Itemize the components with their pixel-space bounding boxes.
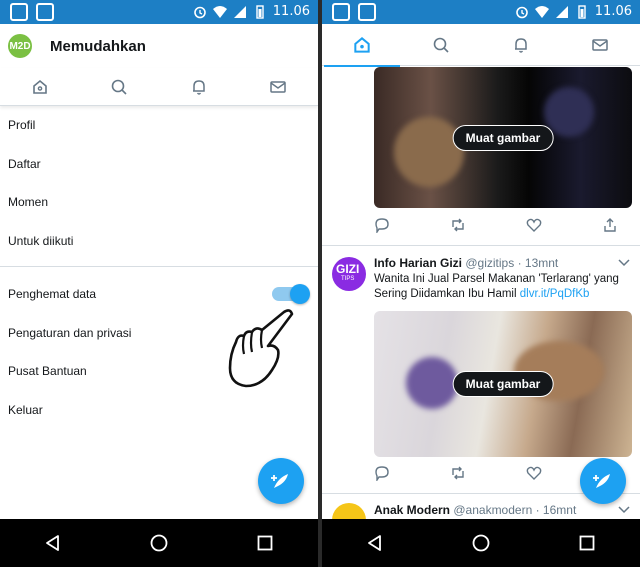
retweet-icon[interactable] [450,465,466,481]
recents-button[interactable] [567,523,607,563]
blurred-image-region [394,117,464,187]
drawer-header: M2D Memudahkan [0,24,318,68]
load-image-button[interactable]: Muat gambar [452,371,554,397]
blurred-image-region [406,357,458,409]
compose-tweet-button[interactable] [258,458,304,504]
home-nav-button[interactable] [461,523,501,563]
back-triangle-icon [46,535,59,551]
reply-icon[interactable] [374,465,390,481]
gmail-notification-icon [36,3,54,21]
compose-tweet-button[interactable] [580,458,626,504]
right-screen: 11.06 Muat gambar GIZI TIPS Info Harian … [322,0,640,567]
status-bar: 11.06 [322,0,640,24]
tweet-media[interactable]: Muat gambar [374,67,632,208]
tab-bar [322,24,640,67]
tweet-handle[interactable]: @gizitips [465,256,514,270]
app-notification-icon [10,3,28,21]
wifi-icon [534,5,549,18]
tweet-time: · 16mnt [535,503,577,517]
home-circle-icon [150,534,168,552]
status-bar: 11.06 [0,0,318,24]
tab-home[interactable] [323,24,400,67]
gmail-notification-icon [358,3,376,21]
menu-item-momen[interactable]: Momen [0,183,318,222]
tab-bar [0,68,318,106]
recents-square-icon [257,535,273,551]
menu-item-profil[interactable]: Profil [0,106,318,145]
battery-icon [578,4,586,19]
tweet-author-name[interactable]: Anak Modern [374,503,450,517]
recents-square-icon [579,535,595,551]
toggle-knob [290,284,310,305]
app-notification-icon [332,3,350,21]
tab-messages[interactable] [580,24,620,66]
compose-feather-icon [271,474,288,488]
alarm-icon [193,6,206,18]
tweet-link[interactable]: dlvr.it/PqDfKb [520,288,590,300]
signal-icon [555,5,568,18]
chevron-down-icon[interactable] [618,259,630,267]
like-icon[interactable] [526,217,542,233]
tweet-text: Wanita Ini Jual Parsel Makanan 'Terlaran… [374,272,634,302]
tweet-header: Anak Modern @anakmodern · 16mnt [374,503,576,517]
avatar[interactable]: GIZI TIPS [332,257,366,291]
avatar[interactable]: M2D [8,34,32,58]
home-circle-icon [472,534,490,552]
mail-icon[interactable] [269,78,287,96]
menu-item-untuk-diikuti[interactable]: Untuk diikuti [0,222,318,261]
chevron-down-icon[interactable] [618,506,630,514]
tweet-header: Info Harian Gizi @gizitips · 13mnt [374,256,558,270]
back-triangle-icon [368,535,381,551]
pointing-hand-icon [228,309,294,388]
menu-divider [0,266,318,267]
data-saver-toggle[interactable] [272,284,310,305]
tab-search[interactable] [421,24,461,66]
recents-button[interactable] [245,523,285,563]
page-title: Memudahkan [50,37,146,55]
menu-item-keluar[interactable]: Keluar [0,391,318,430]
share-icon[interactable] [602,217,618,233]
tweet-author-name[interactable]: Info Harian Gizi [374,256,462,270]
bell-icon[interactable] [190,78,208,96]
home-icon [354,36,370,53]
tweet-handle[interactable]: @anakmodern [453,503,532,517]
alarm-icon [515,6,528,18]
compose-feather-icon [593,474,610,488]
bell-icon [514,37,527,53]
tweet-actions [374,217,634,237]
status-time: 11.06 [272,4,310,19]
like-icon[interactable] [526,465,542,481]
menu-item-label: Penghemat data [8,287,97,302]
search-icon[interactable] [110,78,128,96]
back-button[interactable] [355,523,395,563]
tweet-divider [322,245,640,246]
search-icon [433,37,449,53]
avatar-subtext: TIPS [341,276,355,282]
home-nav-button[interactable] [139,523,179,563]
android-nav-bar [0,519,318,567]
signal-icon [233,5,246,18]
avatar-text: GIZI [336,262,360,276]
menu-item-daftar[interactable]: Daftar [0,145,318,184]
android-nav-bar [322,519,640,567]
mail-icon [592,38,608,51]
reply-icon[interactable] [374,217,390,233]
left-screen: 11.06 M2D Memudahkan Profil Daftar Momen… [0,0,318,567]
load-image-button[interactable]: Muat gambar [452,124,554,151]
battery-icon [256,4,264,19]
wifi-icon [212,5,227,18]
status-time: 11.06 [594,4,632,19]
tab-notifications[interactable] [501,24,541,66]
back-button[interactable] [33,523,73,563]
home-icon[interactable] [31,78,49,96]
tweet-time: · 13mnt [517,256,559,270]
retweet-icon[interactable] [450,217,466,233]
tweet-media[interactable]: Muat gambar [374,311,632,457]
